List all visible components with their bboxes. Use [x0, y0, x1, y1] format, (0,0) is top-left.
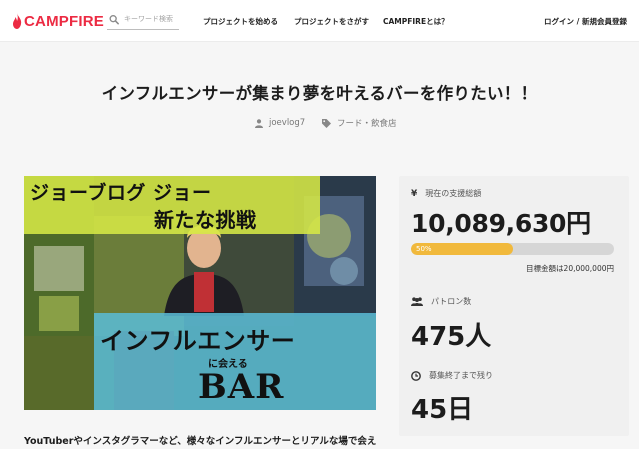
nav-login-register[interactable]: ログイン / 新規会員登録 [544, 0, 627, 42]
project-title: インフルエンサーが集まり夢を叶えるバーを作りたい！！ [101, 84, 538, 103]
yen-icon: ¥ [411, 188, 418, 199]
funding-stats-panel: ¥ 現在の支援総額 10,089,630円 50% 目標金額は20,000,00… [399, 176, 629, 436]
flame-icon [13, 13, 22, 29]
backers-label-row: パトロン数 [411, 296, 471, 307]
logo-text: CAMPFIRE [24, 12, 104, 30]
days-label-row: 募集終了まで残り [411, 370, 493, 381]
goal-amount: 目標金額は20,000,000円 [526, 264, 614, 273]
days-label: 募集終了まで残り [429, 371, 493, 380]
project-owner[interactable]: joevlog7 [255, 116, 305, 130]
image-text-line1: ジョーブログ ジョー [30, 182, 212, 204]
backers-label: パトロン数 [431, 297, 472, 306]
site-header: CAMPFIRE プロジェクトを始める プロジェクトをさがす CAMPFIREと… [0, 0, 639, 42]
total-amount: 10,089,630円 [411, 209, 591, 238]
campfire-logo[interactable]: CAMPFIRE [12, 11, 104, 31]
total-label-row: ¥ 現在の支援総額 [411, 188, 481, 199]
nav-start-project[interactable]: プロジェクトを始める [203, 0, 278, 42]
image-text-line2: 新たな挑戦 [154, 208, 257, 232]
tag-icon [322, 118, 331, 128]
people-icon [411, 297, 423, 306]
image-banner-top: ジョーブログ ジョー 新たな挑戦 [24, 176, 320, 234]
project-category[interactable]: フード・飲食店 [322, 116, 397, 130]
search-icon[interactable] [109, 14, 119, 25]
project-hero-image[interactable]: ジョーブログ ジョー 新たな挑戦 インフルエンサー に会える BAR [24, 176, 376, 410]
image-banner-bottom: インフルエンサー に会える BAR [94, 313, 376, 410]
search-box[interactable] [107, 9, 179, 30]
nav-about[interactable]: CAMPFIREとは？ [383, 0, 449, 42]
total-label: 現在の支援総額 [425, 189, 482, 198]
project-description: YouTuberやインスタグラマーなど、様々なインフルエンサーとリアルな場で会え [24, 436, 377, 447]
category-name[interactable]: フード・飲食店 [337, 117, 397, 129]
user-icon [255, 118, 263, 128]
clock-icon [411, 370, 421, 381]
progress-bar: 50% [411, 243, 614, 255]
progress-percent: 50% [416, 244, 432, 253]
days-remaining: 45日 [411, 395, 474, 425]
search-input[interactable] [124, 15, 179, 23]
backers-count: 475人 [411, 322, 492, 352]
image-text-line5: BAR [198, 367, 285, 407]
owner-name[interactable]: joevlog7 [269, 118, 305, 128]
nav-find-project[interactable]: プロジェクトをさがす [294, 0, 369, 42]
image-text-line3: インフルエンサー [100, 326, 296, 355]
